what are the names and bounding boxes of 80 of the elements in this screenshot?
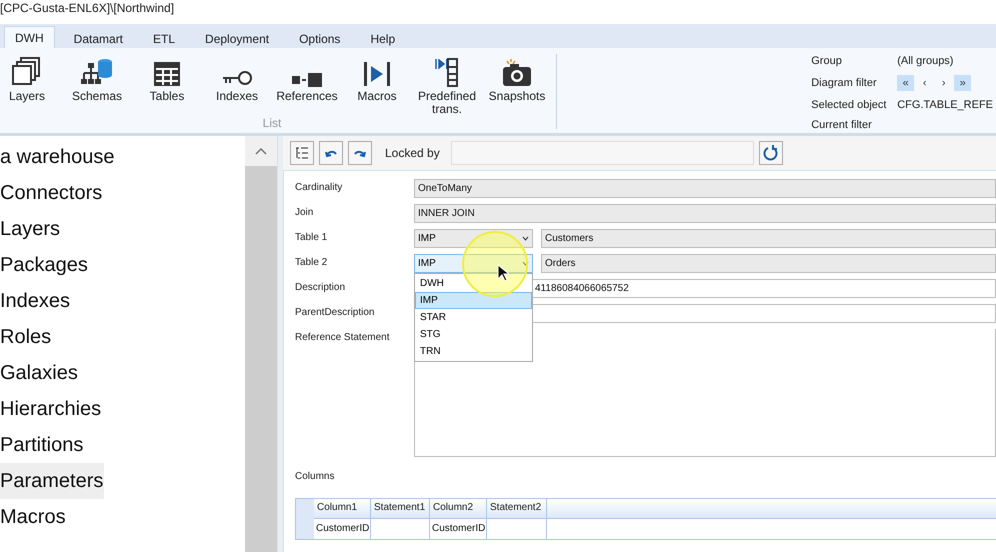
ribbon-button[interactable]: Schemas [62,54,132,116]
undo-button[interactable] [319,141,343,165]
nav-button[interactable]: ‹ [916,74,934,91]
selected-object-value: CFG.TABLE_REFE [897,99,993,112]
stacked-squares-icon [12,57,42,87]
caret-icon [522,236,529,241]
sidebar-item[interactable]: Layers [0,211,62,247]
refresh-button[interactable] [758,141,783,165]
filter-label: Diagram filter [811,76,878,89]
ribbon-button[interactable]: Predefined trans. [412,54,482,116]
field-label: Join [295,206,314,218]
field-label: Reference Statement [295,331,390,343]
caret-icon [522,261,529,266]
sidebar-item[interactable]: Roles [0,319,52,355]
ribbon-tab[interactable]: Datamart [62,28,134,48]
value-field[interactable]: OneToMany [414,179,996,198]
table-field[interactable]: Customers [541,229,996,248]
nav-button[interactable]: » [954,74,972,91]
ribbon-button[interactable]: References [272,54,342,116]
ribbon-tab[interactable]: Options [288,28,352,48]
table-cell: CustomerID [430,519,487,539]
scrollbar[interactable] [245,136,277,552]
ribbon-tab[interactable]: ETL [142,28,186,48]
column-header[interactable]: Column1 [314,499,371,518]
sidebar-item[interactable]: Partitions [0,427,84,463]
ribbon-tab[interactable]: DWH [4,26,55,48]
nav-button[interactable]: › [935,74,952,91]
ribbon-button[interactable]: Snapshots [482,54,552,116]
field-label: Table 2 [295,256,328,268]
redo-icon [353,148,367,158]
sidebar-item[interactable]: a warehouse [0,139,116,175]
key-icon [222,69,252,87]
play-bar-icon [364,61,390,87]
sidebar-item[interactable]: Connectors [0,175,104,211]
locked-by-label: Locked by [385,146,440,160]
ribbon-button[interactable]: Indexes [202,54,272,116]
dropdown-option[interactable]: IMP [415,292,532,309]
schema-tree-icon [81,57,113,87]
sidebar-item[interactable]: Indexes [0,283,72,319]
value-field[interactable]: INNER JOIN [414,204,996,223]
sidebar-item[interactable]: Galaxies [0,355,79,391]
field-label: Table 1 [295,231,328,243]
linked-squares-icon [292,73,322,87]
undo-icon [324,148,338,158]
field-label: Cardinality [295,181,344,193]
column-header[interactable]: Statement1 [371,499,430,518]
ribbon-tab[interactable]: Deployment [194,28,280,48]
filter-label: Selected object [811,99,888,112]
layer-dropdown[interactable]: IMP [414,254,533,273]
window-title: [CPC-Gusta-ENL6X]\[Northwind] [0,0,176,17]
field-label: ParentDescription [295,306,376,318]
scroll-up-icon[interactable] [255,148,267,154]
filter-label: Group [811,54,843,67]
layer-dropdown[interactable]: IMP [414,229,533,248]
ribbon-button[interactable]: Layers [0,54,62,116]
sidebar-item[interactable]: Packages [0,247,89,283]
table-grid-icon [153,61,181,87]
sidebar-item[interactable]: Macros [0,499,67,535]
redo-button[interactable] [348,141,372,165]
ribbon-button[interactable]: Tables [132,54,202,116]
sidebar-item[interactable]: Parameters [0,463,104,499]
column-header[interactable]: Statement2 [487,499,547,518]
group-value[interactable]: (All groups) [897,54,993,67]
column-header[interactable]: Column2 [430,499,487,518]
list-icon [295,146,309,160]
group-label: List [262,116,282,130]
table-cell: CustomerID [314,519,371,539]
nav-button[interactable]: « [897,74,914,91]
refresh-icon [762,145,779,161]
sidebar-item[interactable]: Hierarchies [0,391,102,427]
table-field[interactable]: Orders [541,254,996,273]
camera-icon [502,59,532,87]
list-view-button[interactable] [290,141,314,165]
field-label: Description [295,281,346,293]
filter-label: Current filter [811,119,873,132]
columns-label: Columns [295,471,336,482]
ribbon-tab[interactable]: Help [359,28,406,48]
ribbon-button[interactable]: Macros [342,54,412,116]
step-list-icon [435,57,459,87]
locked-by-field[interactable] [450,141,754,165]
